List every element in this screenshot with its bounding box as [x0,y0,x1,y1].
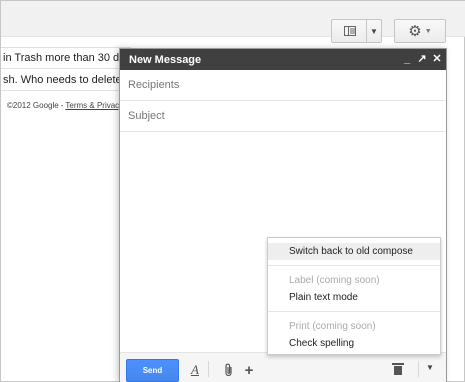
menu-divider [268,265,440,266]
compose-options-menu: Switch back to old compose Label (coming… [267,237,441,355]
footer-separator: - [60,101,64,110]
formatting-icon[interactable]: A [188,362,202,378]
copyright-text: ©2012 Google [7,101,59,110]
chevron-down-icon: ▼ [424,27,432,35]
subject-input[interactable]: Subject [120,101,446,132]
view-dropdown-button[interactable]: ▼ [366,19,382,43]
terms-privacy-link[interactable]: Terms & Privacy [65,101,123,110]
chevron-down-icon: ▼ [370,26,378,36]
recipients-input[interactable]: Recipients [120,70,446,101]
compose-title: New Message [129,53,202,66]
menu-divider [268,311,440,312]
gear-icon: ⚙ [408,22,422,40]
view-toggle-button[interactable] [331,19,367,43]
list-item[interactable]: in Trash more than 30 days [1,47,131,69]
divider [208,361,209,377]
menu-item-check-spelling[interactable]: Check spelling [268,335,440,352]
more-options-icon[interactable]: + [242,362,256,379]
page-footer: ©2012 Google - Terms & Privacy [7,101,123,110]
trash-icon[interactable] [392,363,404,375]
paperclip-icon [225,363,232,377]
list-item[interactable]: sh. Who needs to delete whe [1,69,131,91]
menu-item-plain-text[interactable]: Plain text mode [268,289,440,306]
trash-lid [392,363,404,365]
menu-item-print: Print (coming soon) [289,321,376,332]
trash-body [394,366,402,375]
settings-button[interactable]: ⚙ ▼ [394,19,446,43]
list-item-text: sh. Who needs to delete whe [3,73,131,86]
list-item-text: in Trash more than 30 days [3,52,131,64]
attach-icon[interactable] [222,362,236,378]
divider [418,361,419,377]
split-pane-icon [343,26,356,36]
compose-toolbar: Send A + ▼ [120,352,446,382]
popout-icon[interactable]: ↗ [417,51,427,67]
compose-header[interactable]: New Message _ ↗ ✕ [120,49,446,70]
chevron-down-icon[interactable]: ▼ [426,363,434,372]
subject-placeholder: Subject [128,110,165,122]
menu-item-label: Label (coming soon) [289,275,380,286]
minimize-icon[interactable]: _ [402,51,412,67]
close-icon[interactable]: ✕ [432,51,442,67]
menu-item-switch-compose[interactable]: Switch back to old compose [268,243,440,260]
send-button[interactable]: Send [126,359,179,382]
recipients-placeholder: Recipients [128,79,180,91]
compose-header-controls: _ ↗ ✕ [402,51,442,67]
